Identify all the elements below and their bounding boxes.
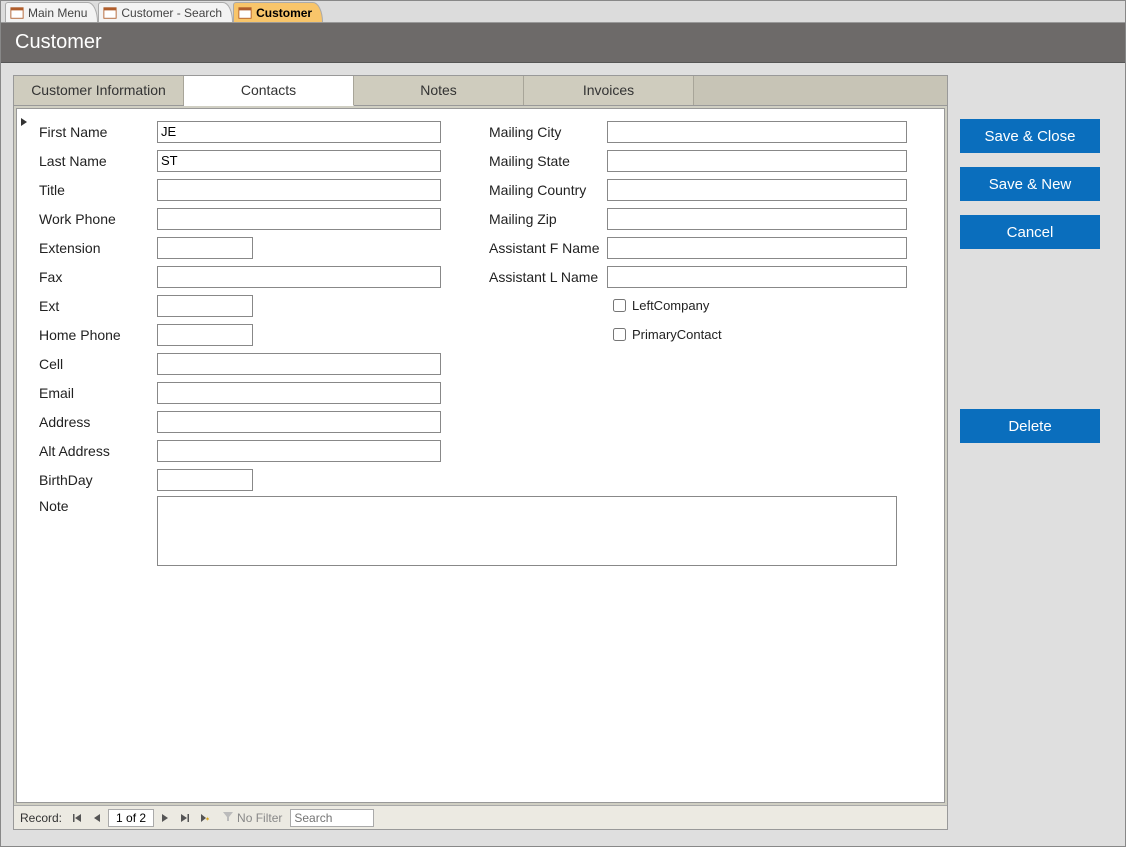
- doc-tab-label: Customer: [256, 6, 312, 20]
- label-assistant-fname: Assistant F Name: [489, 240, 607, 256]
- label-fax: Fax: [39, 269, 157, 285]
- inner-tabs-spacer: [694, 76, 947, 105]
- mailing-city-field[interactable]: [607, 121, 907, 143]
- doc-tab-label: Main Menu: [28, 6, 87, 20]
- delete-button[interactable]: Delete: [960, 409, 1100, 443]
- save-close-button[interactable]: Save & Close: [960, 119, 1100, 153]
- first-name-field[interactable]: [157, 121, 441, 143]
- label-cell: Cell: [39, 356, 157, 372]
- label-mailing-zip: Mailing Zip: [489, 211, 607, 227]
- form-area: Customer Information Contacts Notes Invo…: [13, 75, 948, 830]
- assistant-lname-field[interactable]: [607, 266, 907, 288]
- extension-field[interactable]: [157, 237, 253, 259]
- last-name-field[interactable]: [157, 150, 441, 172]
- ext-field[interactable]: [157, 295, 253, 317]
- label-email: Email: [39, 385, 157, 401]
- svg-text:✶: ✶: [205, 816, 210, 823]
- birthday-field[interactable]: [157, 469, 253, 491]
- label-left-company: LeftCompany: [632, 298, 709, 313]
- label-mailing-city: Mailing City: [489, 124, 607, 140]
- label-ext: Ext: [39, 298, 157, 314]
- nav-prev-icon[interactable]: [88, 809, 106, 827]
- page-title: Customer: [15, 31, 102, 54]
- doc-tab-customer-search[interactable]: Customer - Search: [98, 2, 233, 22]
- cell-field[interactable]: [157, 353, 441, 375]
- document-tabs: Main Menu Customer - Search Customer: [1, 1, 1125, 23]
- fax-field[interactable]: [157, 266, 441, 288]
- label-extension: Extension: [39, 240, 157, 256]
- cancel-button[interactable]: Cancel: [960, 215, 1100, 249]
- form-header: Customer: [1, 23, 1125, 63]
- tab-notes[interactable]: Notes: [354, 76, 524, 105]
- label-note: Note: [39, 496, 157, 514]
- record-search-input[interactable]: [290, 809, 374, 827]
- save-new-button[interactable]: Save & New: [960, 167, 1100, 201]
- work-phone-field[interactable]: [157, 208, 441, 230]
- email-field[interactable]: [157, 382, 441, 404]
- doc-tab-customer[interactable]: Customer: [233, 2, 323, 22]
- note-field[interactable]: [157, 496, 897, 566]
- label-mailing-country: Mailing Country: [489, 182, 607, 198]
- side-buttons-spacer: [960, 263, 1112, 395]
- label-first-name: First Name: [39, 124, 157, 140]
- address-field[interactable]: [157, 411, 441, 433]
- mailing-zip-field[interactable]: [607, 208, 907, 230]
- form-columns: First Name Last Name Title Work Phone Ex…: [39, 117, 934, 494]
- nav-new-icon[interactable]: ✶: [196, 809, 214, 827]
- form-icon: [103, 6, 117, 20]
- tab-invoices[interactable]: Invoices: [524, 76, 694, 105]
- left-column: First Name Last Name Title Work Phone Ex…: [39, 117, 459, 494]
- primary-contact-checkbox[interactable]: [613, 328, 626, 341]
- label-birthday: BirthDay: [39, 472, 157, 488]
- tab-contacts[interactable]: Contacts: [184, 76, 354, 106]
- home-phone-field[interactable]: [157, 324, 253, 346]
- record-position-input[interactable]: [108, 809, 154, 827]
- note-row: Note: [39, 496, 934, 566]
- filter-icon: [222, 810, 234, 825]
- nav-next-icon[interactable]: [156, 809, 174, 827]
- assistant-fname-field[interactable]: [607, 237, 907, 259]
- record-label: Record:: [20, 811, 62, 825]
- tab-customer-information[interactable]: Customer Information: [14, 76, 184, 105]
- nav-first-icon[interactable]: [68, 809, 86, 827]
- main-row: Customer Information Contacts Notes Invo…: [1, 63, 1125, 840]
- label-work-phone: Work Phone: [39, 211, 157, 227]
- label-title: Title: [39, 182, 157, 198]
- label-mailing-state: Mailing State: [489, 153, 607, 169]
- form-icon: [238, 6, 252, 20]
- right-column: Mailing City Mailing State Mailing Count…: [489, 117, 909, 494]
- doc-tab-label: Customer - Search: [121, 6, 222, 20]
- left-company-checkbox[interactable]: [613, 299, 626, 312]
- label-home-phone: Home Phone: [39, 327, 157, 343]
- label-address: Address: [39, 414, 157, 430]
- side-buttons: Save & Close Save & New Cancel Delete: [960, 75, 1112, 830]
- no-filter-indicator: No Filter: [222, 810, 282, 825]
- mailing-state-field[interactable]: [607, 150, 907, 172]
- mailing-country-field[interactable]: [607, 179, 907, 201]
- inner-tabs: Customer Information Contacts Notes Invo…: [14, 76, 947, 106]
- doc-tab-main-menu[interactable]: Main Menu: [5, 2, 98, 22]
- label-assistant-lname: Assistant L Name: [489, 269, 607, 285]
- record-navigator: Record: ✶ No Filter: [14, 805, 947, 829]
- no-filter-label: No Filter: [237, 811, 282, 825]
- title-field[interactable]: [157, 179, 441, 201]
- label-alt-address: Alt Address: [39, 443, 157, 459]
- app-window: Main Menu Customer - Search Customer Cus…: [0, 0, 1126, 847]
- nav-last-icon[interactable]: [176, 809, 194, 827]
- form-icon: [10, 6, 24, 20]
- alt-address-field[interactable]: [157, 440, 441, 462]
- label-primary-contact: PrimaryContact: [632, 327, 722, 342]
- form-body: First Name Last Name Title Work Phone Ex…: [16, 108, 945, 803]
- current-record-marker-icon: [19, 115, 33, 129]
- label-last-name: Last Name: [39, 153, 157, 169]
